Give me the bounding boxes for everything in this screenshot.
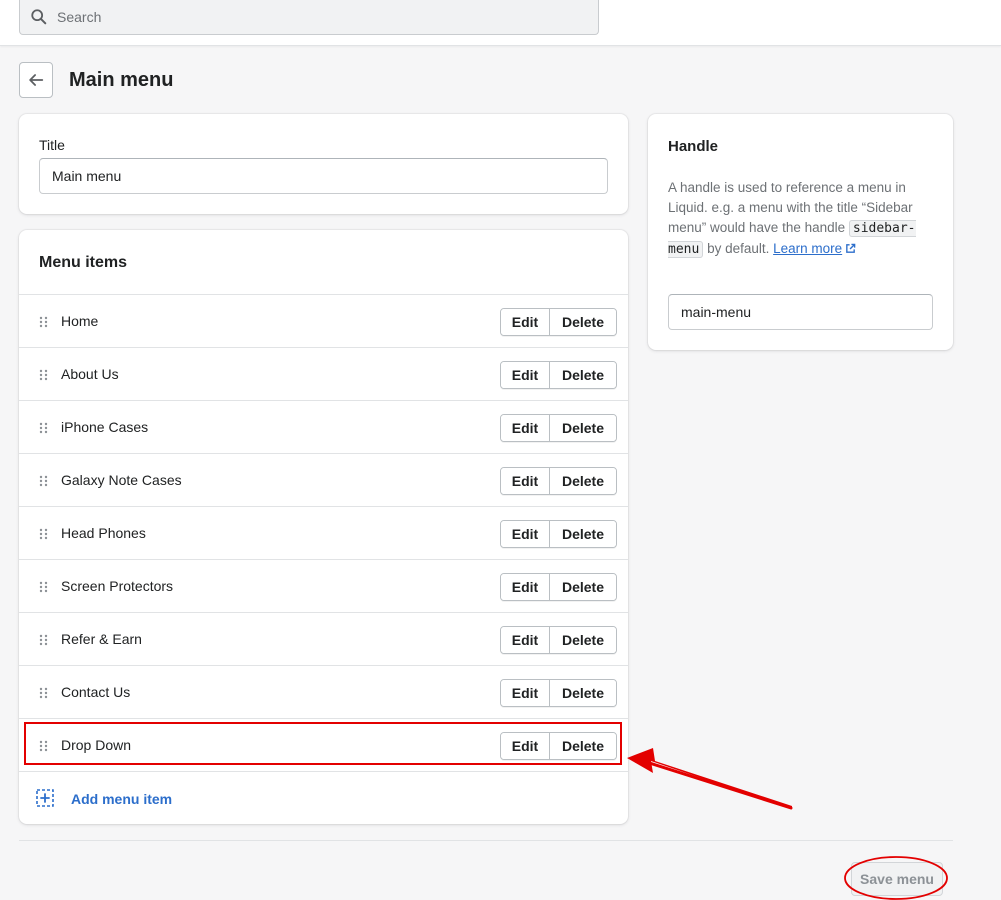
annotation-arrow <box>627 748 792 809</box>
handle-input[interactable] <box>668 294 933 330</box>
title-label: Title <box>39 137 65 153</box>
top-bar: Search <box>0 0 1001 46</box>
drag-handle-icon[interactable] <box>39 422 48 434</box>
menu-items-heading: Menu items <box>39 254 128 271</box>
title-card: Title <box>19 114 628 214</box>
arrow-left-icon <box>29 74 44 86</box>
edit-button[interactable]: Edit <box>501 415 550 441</box>
edit-button[interactable]: Edit <box>501 574 550 600</box>
menu-item-row: Contact Us Edit Delete <box>19 665 628 718</box>
menu-item-label: Screen Protectors <box>61 578 174 594</box>
menu-item-actions: Edit Delete <box>500 467 617 495</box>
search-icon <box>31 9 47 25</box>
add-menu-item-label: Add menu item <box>71 791 173 807</box>
handle-card: Handle A handle is used to reference a m… <box>648 114 953 350</box>
drag-handle-icon[interactable] <box>39 369 48 381</box>
annotation-arrow-shaft <box>638 758 793 810</box>
drag-handle-icon[interactable] <box>39 475 48 487</box>
menu-item-row: Home Edit Delete <box>19 294 628 347</box>
handle-heading: Handle <box>668 138 719 155</box>
edit-button[interactable]: Edit <box>501 627 550 653</box>
edit-button[interactable]: Edit <box>501 309 550 335</box>
menu-item-row: Head Phones Edit Delete <box>19 506 628 559</box>
menu-item-label: Head Phones <box>61 525 146 541</box>
menu-item-label: Galaxy Note Cases <box>61 472 182 488</box>
drag-handle-icon[interactable] <box>39 528 48 540</box>
add-menu-item-button[interactable]: Add menu item <box>19 771 628 824</box>
edit-button[interactable]: Edit <box>501 362 550 388</box>
menu-item-label: Refer & Earn <box>61 631 142 647</box>
delete-button[interactable]: Delete <box>550 680 616 706</box>
learn-more-label: Learn more <box>773 241 843 256</box>
menu-item-row: iPhone Cases Edit Delete <box>19 400 628 453</box>
external-link-icon <box>846 243 856 253</box>
save-menu-button[interactable]: Save menu <box>851 862 943 896</box>
menu-item-row: Galaxy Note Cases Edit Delete <box>19 453 628 506</box>
learn-more-link[interactable]: Learn more <box>773 241 856 256</box>
delete-button[interactable]: Delete <box>550 468 616 494</box>
footer-divider <box>19 840 953 841</box>
menu-item-label: iPhone Cases <box>61 419 149 435</box>
delete-button[interactable]: Delete <box>550 521 616 547</box>
menu-item-label: Contact Us <box>61 684 131 700</box>
edit-button[interactable]: Edit <box>501 680 550 706</box>
menu-item-row: Refer & Earn Edit Delete <box>19 612 628 665</box>
menu-item-label: Home <box>61 313 99 329</box>
delete-button[interactable]: Delete <box>550 309 616 335</box>
handle-help-text: A handle is used to reference a menu in … <box>668 178 938 260</box>
menu-items-list: Home Edit Delete About Us Edit Delete iPhone C… <box>19 294 628 771</box>
menu-item-actions: Edit Delete <box>500 520 617 548</box>
search-bar[interactable]: Search <box>19 0 599 35</box>
drag-handle-icon[interactable] <box>39 316 48 328</box>
back-button[interactable] <box>19 62 53 98</box>
edit-button[interactable]: Edit <box>501 521 550 547</box>
annotation-highlight-box <box>24 722 622 765</box>
menu-item-row: About Us Edit Delete <box>19 347 628 400</box>
page-title: Main menu <box>69 69 174 91</box>
delete-button[interactable]: Delete <box>550 574 616 600</box>
add-item-icon <box>36 789 54 807</box>
drag-handle-icon[interactable] <box>39 581 48 593</box>
menu-item-actions: Edit Delete <box>500 361 617 389</box>
menu-item-actions: Edit Delete <box>500 626 617 654</box>
drag-handle-icon[interactable] <box>39 687 48 699</box>
delete-button[interactable]: Delete <box>550 627 616 653</box>
handle-help-part2: by default. <box>703 241 774 256</box>
title-input[interactable] <box>39 158 608 194</box>
menu-item-row: Screen Protectors Edit Delete <box>19 559 628 612</box>
menu-item-actions: Edit Delete <box>500 414 617 442</box>
edit-button[interactable]: Edit <box>501 468 550 494</box>
menu-item-actions: Edit Delete <box>500 308 617 336</box>
search-placeholder: Search <box>57 9 102 25</box>
drag-handle-icon[interactable] <box>39 634 48 646</box>
menu-item-label: About Us <box>61 366 119 382</box>
menu-item-actions: Edit Delete <box>500 679 617 707</box>
menu-item-actions: Edit Delete <box>500 573 617 601</box>
delete-button[interactable]: Delete <box>550 415 616 441</box>
delete-button[interactable]: Delete <box>550 362 616 388</box>
